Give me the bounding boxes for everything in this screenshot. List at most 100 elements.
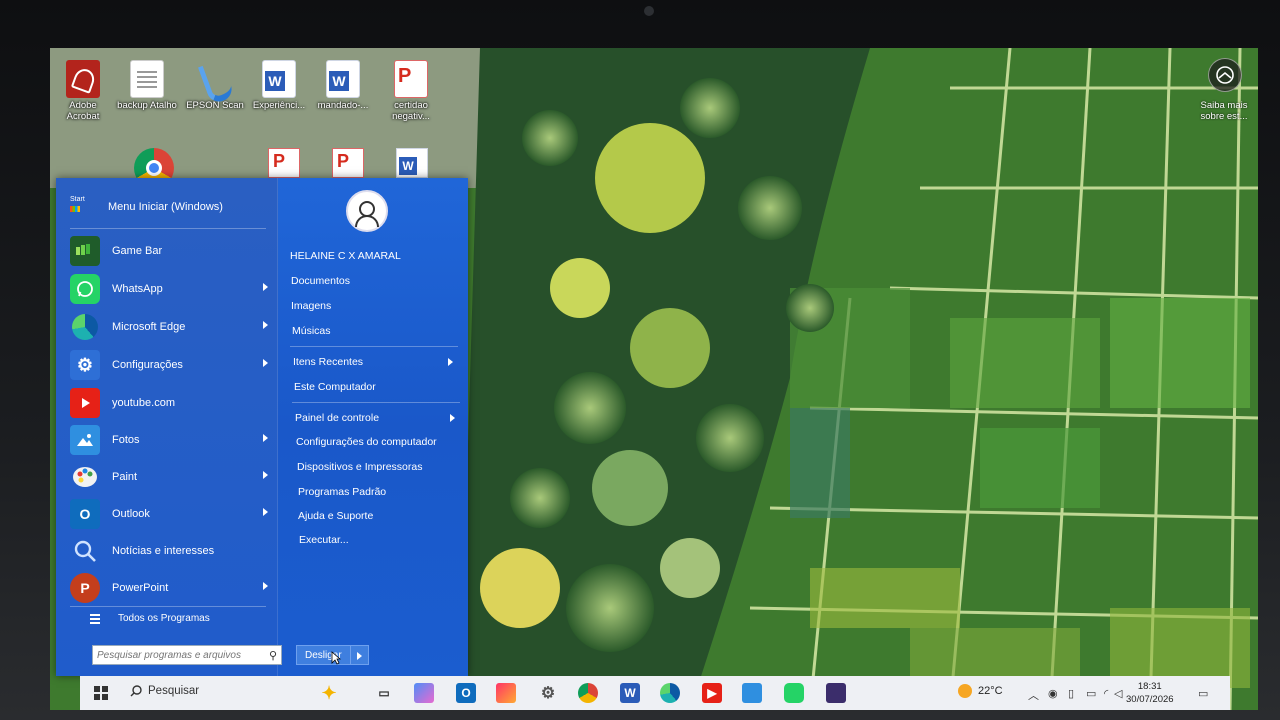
user-name[interactable]: HELAINE C X AMARAL bbox=[290, 250, 401, 262]
start-search-input[interactable] bbox=[93, 649, 265, 661]
weather-icon bbox=[958, 684, 972, 698]
start-menu-title: Menu Iniciar (Windows) bbox=[108, 201, 223, 213]
submenu-arrow-icon bbox=[263, 434, 268, 442]
word-icon[interactable]: W bbox=[620, 683, 640, 703]
paint-icon[interactable] bbox=[496, 683, 516, 703]
app-item-outlook[interactable]: O Outlook bbox=[70, 497, 276, 531]
clock[interactable]: 18:31 30/07/2026 bbox=[1126, 680, 1174, 706]
volume-icon[interactable]: ◁ bbox=[1114, 687, 1122, 700]
desktop-screen: Adobe Acrobat backup Atalho EPSON Scan W… bbox=[50, 48, 1258, 710]
start-menu-header[interactable]: Start Menu Iniciar (Windows) bbox=[70, 196, 223, 218]
desktop-icon-chrome[interactable] bbox=[134, 148, 174, 178]
dispositivos-e-impressoras[interactable]: Dispositivos e Impressoras bbox=[297, 461, 422, 473]
este-computador[interactable]: Este Computador bbox=[294, 381, 376, 393]
places-imagens[interactable]: Imagens bbox=[291, 300, 331, 312]
battery-icon[interactable]: ▭ bbox=[1086, 687, 1096, 700]
app-item-whatsapp[interactable]: WhatsApp bbox=[70, 272, 276, 306]
desktop-icon-mandado[interactable]: W mandado-... bbox=[312, 60, 374, 111]
task-view-icon[interactable]: ▭ bbox=[374, 683, 394, 703]
desktop-icon-pdf-2[interactable]: P bbox=[268, 148, 300, 178]
app-item-configuracoes[interactable]: ⚙ Configurações bbox=[70, 348, 276, 382]
spotlight-label: Saiba mais sobre est... bbox=[1200, 100, 1248, 122]
ajuda-e-suporte[interactable]: Ajuda e Suporte bbox=[298, 510, 373, 522]
app-item-youtube[interactable]: youtube.com bbox=[70, 386, 276, 420]
desktop-icon-adobe-acrobat[interactable]: Adobe Acrobat bbox=[52, 60, 114, 122]
gear-icon: ⚙ bbox=[70, 350, 100, 380]
places-documentos[interactable]: Documentos bbox=[291, 275, 350, 287]
chevron-up-icon[interactable]: ︿ bbox=[1028, 687, 1039, 703]
desktop-icon-word-2[interactable]: W bbox=[396, 148, 428, 178]
desktop-icon-certidao[interactable]: P certidao negativ... bbox=[380, 60, 442, 122]
outlook-icon[interactable]: O bbox=[456, 683, 476, 703]
app-item-noticias[interactable]: Notícias e interesses bbox=[70, 534, 276, 568]
youtube-icon[interactable]: ▶ bbox=[702, 683, 722, 703]
edge-icon[interactable] bbox=[660, 683, 680, 703]
app-item-game-bar[interactable]: Game Bar bbox=[70, 234, 276, 268]
epson-scan-icon bbox=[198, 60, 232, 98]
powerpoint-icon: P bbox=[70, 573, 100, 603]
spotlight-info-button[interactable] bbox=[1208, 58, 1242, 92]
itens-recentes[interactable]: Itens Recentes bbox=[293, 356, 363, 368]
user-avatar[interactable] bbox=[346, 190, 388, 232]
whatsapp-icon bbox=[70, 274, 100, 304]
monitor-bezel: Adobe Acrobat backup Atalho EPSON Scan W… bbox=[0, 0, 1280, 720]
app-item-label: Outlook bbox=[112, 508, 150, 520]
app-item-label: Notícias e interesses bbox=[112, 545, 215, 557]
all-programs-button[interactable]: Todos os Programas bbox=[90, 613, 210, 624]
paint-icon bbox=[70, 462, 100, 492]
app-item-label: Configurações bbox=[112, 359, 183, 371]
search-icon[interactable]: ⚲ bbox=[265, 649, 281, 662]
start-menu: Start Menu Iniciar (Windows) Game Bar Wh… bbox=[56, 178, 468, 676]
document-icon bbox=[130, 60, 164, 98]
submenu-arrow-icon bbox=[263, 582, 268, 590]
notification-icon[interactable]: ▭ bbox=[1198, 687, 1208, 700]
settings-icon[interactable]: ⚙ bbox=[538, 683, 558, 703]
chrome-icon bbox=[134, 148, 174, 178]
app-item-label: Game Bar bbox=[112, 245, 163, 257]
whatsapp-icon[interactable] bbox=[784, 683, 804, 703]
app-icon[interactable] bbox=[826, 683, 846, 703]
configuracoes-do-computador[interactable]: Configurações do computador bbox=[296, 436, 437, 448]
shutdown-button[interactable]: Desligar bbox=[296, 645, 351, 665]
app-item-microsoft-edge[interactable]: Microsoft Edge bbox=[70, 310, 276, 344]
wifi-icon[interactable]: ◜ bbox=[1104, 687, 1108, 700]
desktop-icon-backup[interactable]: backup Atalho bbox=[116, 60, 178, 111]
divider bbox=[70, 606, 266, 607]
taskbar-search[interactable]: Pesquisar bbox=[130, 685, 199, 697]
desktop-icon-experiencia[interactable]: W Experiênci... bbox=[248, 60, 310, 111]
camera-icon[interactable]: ◉ bbox=[1048, 687, 1058, 700]
app-item-label: Microsoft Edge bbox=[112, 321, 186, 333]
submenu-arrow-icon bbox=[263, 471, 268, 479]
divider bbox=[290, 346, 458, 347]
divider bbox=[70, 228, 266, 229]
app-item-fotos[interactable]: Fotos bbox=[70, 423, 276, 457]
start-search-box[interactable]: ⚲ bbox=[92, 645, 282, 665]
divider bbox=[292, 402, 460, 403]
news-icon bbox=[70, 536, 100, 566]
painel-de-controle[interactable]: Painel de controle bbox=[295, 412, 379, 424]
acrobat-icon bbox=[66, 60, 100, 98]
copilot-app-icon[interactable] bbox=[414, 683, 434, 703]
microphone-icon[interactable]: ▯ bbox=[1068, 687, 1074, 700]
windows-start-button[interactable] bbox=[94, 686, 108, 700]
desktop-icon-epson-scan[interactable]: EPSON Scan bbox=[184, 60, 246, 111]
chrome-icon[interactable] bbox=[578, 683, 598, 703]
photos-icon[interactable] bbox=[742, 683, 762, 703]
edge-icon bbox=[70, 312, 100, 342]
submenu-arrow-icon bbox=[263, 283, 268, 291]
youtube-icon bbox=[70, 388, 100, 418]
shutdown-options-button[interactable] bbox=[350, 645, 369, 665]
executar[interactable]: Executar... bbox=[299, 534, 349, 546]
app-item-paint[interactable]: Paint bbox=[70, 460, 276, 494]
programas-padrao[interactable]: Programas Padrão bbox=[298, 486, 386, 498]
clock-date: 30/07/2026 bbox=[1126, 694, 1174, 705]
places-musicas[interactable]: Músicas bbox=[292, 325, 331, 337]
desktop-icon-pdf-3[interactable]: P bbox=[332, 148, 364, 178]
copilot-sparkle-icon[interactable]: ✦ bbox=[314, 683, 344, 703]
outlook-icon: O bbox=[70, 499, 100, 529]
submenu-arrow-icon bbox=[263, 321, 268, 329]
weather-widget[interactable]: 22°C bbox=[958, 684, 1003, 698]
app-item-powerpoint[interactable]: P PowerPoint bbox=[70, 571, 276, 605]
submenu-arrow-icon bbox=[263, 359, 268, 367]
gamebar-icon bbox=[70, 236, 100, 266]
